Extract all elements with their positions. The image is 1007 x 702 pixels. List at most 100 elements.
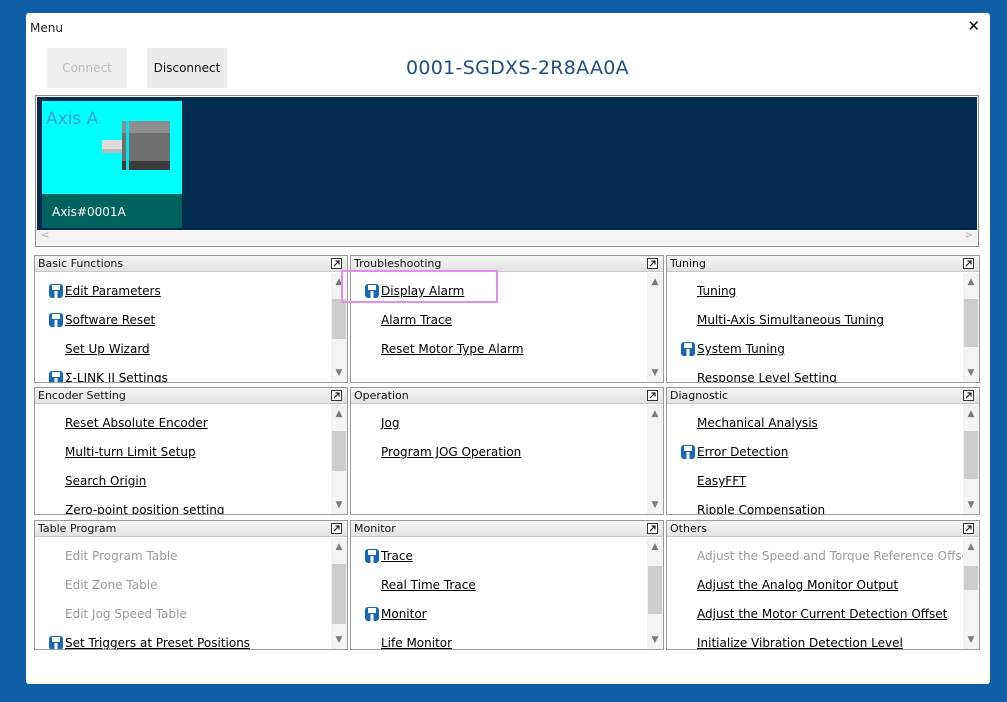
scroll-up-icon[interactable]: ▲: [331, 275, 347, 289]
scroll-down-icon[interactable]: ▼: [963, 633, 979, 647]
menu-item[interactable]: Software Reset: [48, 310, 155, 330]
menu-item[interactable]: Error Detection: [680, 442, 788, 462]
menu-item: Adjust the Speed and Torque Reference Of…: [680, 546, 963, 566]
scrollbar-thumb[interactable]: [964, 431, 978, 479]
menu-item[interactable]: Response Level Setting: [680, 368, 837, 382]
panel-operation: Operation Jog Program JOG Operation ▲ ▼: [350, 387, 664, 515]
panel-title-text: Diagnostic: [670, 389, 729, 402]
scroll-down-icon[interactable]: ▼: [963, 498, 979, 512]
menu-item[interactable]: Jog: [364, 413, 400, 433]
expand-icon[interactable]: [331, 258, 342, 269]
scroll-up-icon[interactable]: ▲: [331, 407, 347, 421]
scroll-left-icon[interactable]: <: [41, 230, 49, 241]
expand-icon[interactable]: [647, 523, 658, 534]
menu-item-label: Display Alarm: [381, 284, 465, 298]
scroll-up-icon[interactable]: ▲: [963, 540, 979, 554]
menu-item[interactable]: Adjust the Analog Monitor Output: [680, 575, 898, 595]
scroll-down-icon[interactable]: ▼: [331, 498, 347, 512]
menu-window: Menu ✕ Connect Disconnect 0001-SGDXS-2R8…: [26, 13, 990, 684]
scroll-down-icon[interactable]: ▼: [647, 498, 663, 512]
expand-icon[interactable]: [331, 523, 342, 534]
scroll-up-icon[interactable]: ▲: [647, 275, 663, 289]
close-icon[interactable]: ✕: [967, 17, 980, 35]
menu-item-label: Reset Motor Type Alarm: [381, 342, 524, 356]
scroll-down-icon[interactable]: ▼: [331, 633, 347, 647]
panel-title: Encoder Setting: [35, 388, 347, 404]
menu-item[interactable]: Real Time Trace: [364, 575, 476, 595]
menu-item[interactable]: Ripple Compensation: [680, 500, 825, 514]
menu-item[interactable]: Set Up Wizard: [48, 339, 150, 359]
menu-item[interactable]: Reset Absolute Encoder: [48, 413, 208, 433]
panel-vertical-scrollbar[interactable]: ▲ ▼: [647, 273, 663, 382]
menu-item: Edit Jog Speed Table: [48, 604, 187, 624]
panel-tuning: Tuning Tuning Multi-Axis Simultaneous Tun…: [666, 255, 980, 383]
scroll-right-icon[interactable]: >: [965, 230, 973, 241]
servo-motor-icon: [102, 121, 170, 170]
scrollbar-thumb[interactable]: [964, 566, 978, 590]
menu-item[interactable]: Reset Motor Type Alarm: [364, 339, 524, 359]
menu-item[interactable]: Monitor: [364, 604, 427, 624]
menu-item[interactable]: Edit Parameters: [48, 281, 161, 301]
menu-item[interactable]: Σ-LINK II Settings: [48, 368, 168, 382]
panel-vertical-scrollbar[interactable]: ▲ ▼: [963, 405, 979, 514]
save-disk-icon: [48, 283, 64, 299]
menu-item[interactable]: Trace: [364, 546, 413, 566]
menu-item[interactable]: System Tuning: [680, 339, 785, 359]
expand-icon[interactable]: [963, 390, 974, 401]
menu-item-label: Real Time Trace: [381, 578, 476, 592]
panel-vertical-scrollbar[interactable]: ▲ ▼: [963, 538, 979, 649]
scroll-up-icon[interactable]: ▲: [647, 540, 663, 554]
panel-vertical-scrollbar[interactable]: ▲ ▼: [331, 273, 347, 382]
panel-vertical-scrollbar[interactable]: ▲ ▼: [331, 405, 347, 514]
scrollbar-thumb[interactable]: [964, 299, 978, 347]
menu-item[interactable]: Search Origin: [48, 471, 146, 491]
menu-item[interactable]: Set Triggers at Preset Positions: [48, 633, 250, 649]
connect-button[interactable]: Connect: [47, 48, 127, 88]
scroll-down-icon[interactable]: ▼: [647, 366, 663, 380]
expand-icon[interactable]: [647, 258, 658, 269]
scroll-up-icon[interactable]: ▲: [963, 407, 979, 421]
axis-horizontal-scrollbar[interactable]: < >: [37, 230, 977, 245]
menu-item[interactable]: Mechanical Analysis: [680, 413, 818, 433]
scroll-up-icon[interactable]: ▲: [647, 407, 663, 421]
menu-item-label: Edit Parameters: [65, 284, 161, 298]
save-disk-icon: [48, 635, 64, 649]
menu-item[interactable]: Program JOG Operation: [364, 442, 521, 462]
menu-item[interactable]: Multi-turn Limit Setup: [48, 442, 196, 462]
scrollbar-thumb[interactable]: [332, 431, 346, 471]
scrollbar-thumb[interactable]: [332, 564, 346, 624]
expand-icon[interactable]: [963, 258, 974, 269]
menu-item-label: Jog: [381, 416, 400, 430]
menu-item[interactable]: Adjust the Motor Current Detection Offse…: [680, 604, 947, 624]
scroll-down-icon[interactable]: ▼: [331, 366, 347, 380]
scrollbar-thumb[interactable]: [332, 299, 346, 339]
expand-icon[interactable]: [963, 523, 974, 534]
menu-item[interactable]: Alarm Trace: [364, 310, 452, 330]
expand-icon[interactable]: [331, 390, 342, 401]
save-disk-icon: [48, 312, 64, 328]
panel-vertical-scrollbar[interactable]: ▲ ▼: [647, 538, 663, 649]
axis-card[interactable]: Axis A Axis#0001A: [42, 101, 182, 228]
scrollbar-thumb[interactable]: [648, 566, 662, 614]
scroll-up-icon[interactable]: ▲: [963, 275, 979, 289]
panel-vertical-scrollbar[interactable]: ▲ ▼: [963, 273, 979, 382]
disconnect-button[interactable]: Disconnect: [147, 48, 227, 88]
scroll-down-icon[interactable]: ▼: [963, 366, 979, 380]
scroll-up-icon[interactable]: ▲: [331, 540, 347, 554]
panel-body: Tuning Multi-Axis Simultaneous Tuning Sys…: [667, 273, 963, 382]
panel-vertical-scrollbar[interactable]: ▲ ▼: [647, 405, 663, 514]
axis-card-name: Axis#0001A: [42, 194, 182, 228]
panel-title: Table Program: [35, 521, 347, 537]
panel-body: Reset Absolute Encoder Multi-turn Limit S…: [35, 405, 331, 514]
menu-item[interactable]: Zero-point position setting: [48, 500, 225, 514]
scroll-down-icon[interactable]: ▼: [647, 633, 663, 647]
expand-icon[interactable]: [647, 390, 658, 401]
menu-item[interactable]: Multi-Axis Simultaneous Tuning: [680, 310, 884, 330]
panel-vertical-scrollbar[interactable]: ▲ ▼: [331, 538, 347, 649]
save-disk-icon: [364, 283, 380, 299]
menu-item[interactable]: Display Alarm: [364, 281, 464, 301]
menu-item[interactable]: Life Monitor: [364, 633, 452, 649]
menu-item[interactable]: Initialize Vibration Detection Level: [680, 633, 903, 649]
menu-item[interactable]: Tuning: [680, 281, 736, 301]
menu-item[interactable]: EasyFFT: [680, 471, 746, 491]
